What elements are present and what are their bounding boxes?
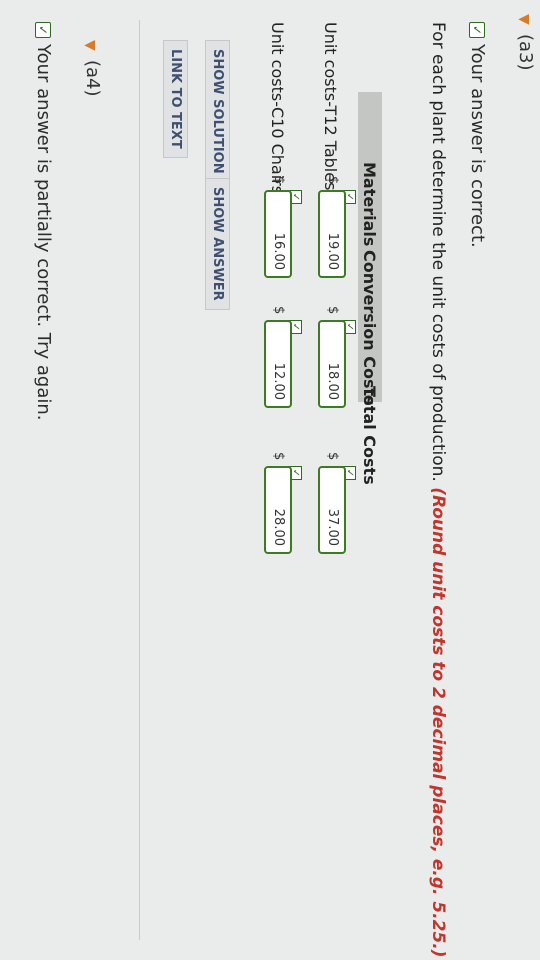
currency-symbol: $ xyxy=(325,306,340,315)
conversion-c10-input[interactable]: 12.00 xyxy=(264,320,292,408)
total-t12-cell: $ ✓ 37.00 xyxy=(318,452,356,556)
conversion-t12-input[interactable]: 18.00 xyxy=(318,320,346,408)
link-to-text-button[interactable]: LINK TO TEXT xyxy=(163,40,188,158)
row-label-t12: Unit costs-T12 Tables xyxy=(321,22,340,191)
instruction-main: For each plant determine the unit costs … xyxy=(428,22,448,482)
checkmark-icon: ✓ xyxy=(469,22,485,38)
show-answer-button[interactable]: SHOW ANSWER xyxy=(205,178,230,310)
caret-down-icon: ▼ xyxy=(82,40,98,51)
header-total-costs: Total Costs xyxy=(360,386,379,485)
currency-symbol: $ xyxy=(271,452,286,461)
currency-symbol: $ xyxy=(271,176,286,185)
rounding-note: (Round unit costs to 2 decimal places, e… xyxy=(428,487,448,958)
total-c10-input[interactable]: 28.00 xyxy=(264,466,292,554)
header-conversion-costs: Conversion Costs xyxy=(360,250,379,406)
total-t12-input[interactable]: 37.00 xyxy=(318,466,346,554)
materials-t12-cell: $ ✓ 19.00 xyxy=(318,176,356,280)
answer-status-correct: ✓ Your answer is correct. xyxy=(467,22,488,248)
currency-symbol: $ xyxy=(325,452,340,461)
row-label-c10: Unit costs-C10 Chairs xyxy=(268,22,287,195)
materials-t12-input[interactable]: 19.00 xyxy=(318,190,346,278)
checkmark-icon: ✓ xyxy=(35,22,51,38)
show-solution-button[interactable]: SHOW SOLUTION xyxy=(205,40,230,183)
answer-status-partial: ✓ Your answer is partially correct. Try a… xyxy=(33,22,54,421)
conversion-c10-cell: $ ✓ 12.00 xyxy=(264,306,302,410)
rotated-page: ▼ (a3) ✓ Your answer is correct. For each… xyxy=(0,0,540,960)
materials-c10-cell: $ ✓ 16.00 xyxy=(264,176,302,280)
section-divider xyxy=(139,20,140,940)
instruction-text: For each plant determine the unit costs … xyxy=(428,22,448,958)
materials-c10-input[interactable]: 16.00 xyxy=(264,190,292,278)
status-text: Your answer is partially correct. Try ag… xyxy=(33,44,54,421)
currency-symbol: $ xyxy=(325,176,340,185)
conversion-t12-cell: $ ✓ 18.00 xyxy=(318,306,356,410)
caret-down-icon: ▼ xyxy=(516,14,532,25)
section-header-a3[interactable]: ▼ (a3) xyxy=(502,0,540,960)
question-panel: ▼ (a3) ✓ Your answer is correct. For each… xyxy=(0,0,540,960)
section-label: (a4) xyxy=(82,60,103,97)
section-label: (a3) xyxy=(515,34,536,71)
currency-symbol: $ xyxy=(271,306,286,315)
status-text: Your answer is correct. xyxy=(467,44,488,248)
total-c10-cell: $ ✓ 28.00 xyxy=(264,452,302,556)
header-materials: Materials xyxy=(360,162,379,247)
